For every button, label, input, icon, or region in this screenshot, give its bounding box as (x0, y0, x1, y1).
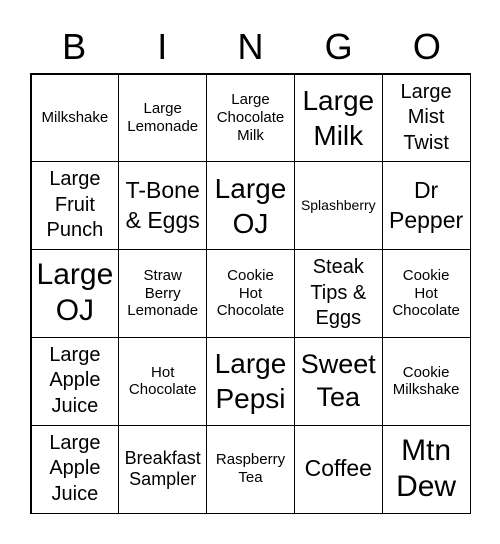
bingo-cell[interactable]: Coffee (293, 424, 383, 514)
header-letter-o: O (412, 26, 441, 67)
bingo-cell[interactable]: Large Chocolate Milk (206, 73, 295, 163)
bingo-cell[interactable]: Large Apple Juice (30, 336, 120, 426)
header-letter-g: G (324, 26, 353, 67)
bingo-cell[interactable]: Milkshake (30, 73, 120, 163)
bingo-cell[interactable]: Sweet Tea (293, 336, 383, 426)
bingo-cell[interactable]: Breakfast Sampler (118, 424, 208, 514)
header-letter-i: I (157, 26, 168, 67)
bingo-cell[interactable]: Cookie Hot Chocolate (381, 249, 471, 338)
bingo-cell[interactable]: T-Bone & Eggs (118, 161, 208, 251)
bingo-cell[interactable]: Large OJ (206, 161, 295, 251)
bingo-cell[interactable]: Large Mist Twist (381, 73, 471, 163)
bingo-cell[interactable]: Cookie Milkshake (381, 336, 471, 426)
header-letter-b: B (62, 26, 87, 67)
bingo-cell[interactable]: Cookie Hot Chocolate (206, 249, 295, 338)
bingo-header: BINGO (30, 22, 471, 72)
bingo-cell[interactable]: Raspberry Tea (206, 424, 295, 514)
bingo-cell[interactable]: Hot Chocolate (118, 336, 208, 426)
bingo-cell[interactable]: Steak Tips & Eggs (293, 249, 383, 338)
bingo-cell[interactable]: Large Fruit Punch (30, 161, 120, 251)
bingo-cell[interactable]: Mtn Dew (381, 424, 471, 514)
bingo-cell[interactable]: Large Lemonade (118, 73, 208, 163)
bingo-cell[interactable]: Large Milk (293, 73, 383, 163)
bingo-cell[interactable]: Large Apple Juice (30, 424, 120, 514)
bingo-cell[interactable]: Large Pepsi (206, 336, 295, 426)
bingo-cell[interactable]: Dr Pepper (381, 161, 471, 251)
bingo-cell[interactable]: Straw Berry Lemonade (118, 249, 208, 338)
bingo-grid: Milkshake Large Lemonade Large Chocolate M… (30, 73, 471, 514)
header-letter-n: N (237, 26, 264, 67)
bingo-cell[interactable]: Large OJ (30, 249, 120, 338)
bingo-cell[interactable]: Splashberry (293, 161, 383, 251)
